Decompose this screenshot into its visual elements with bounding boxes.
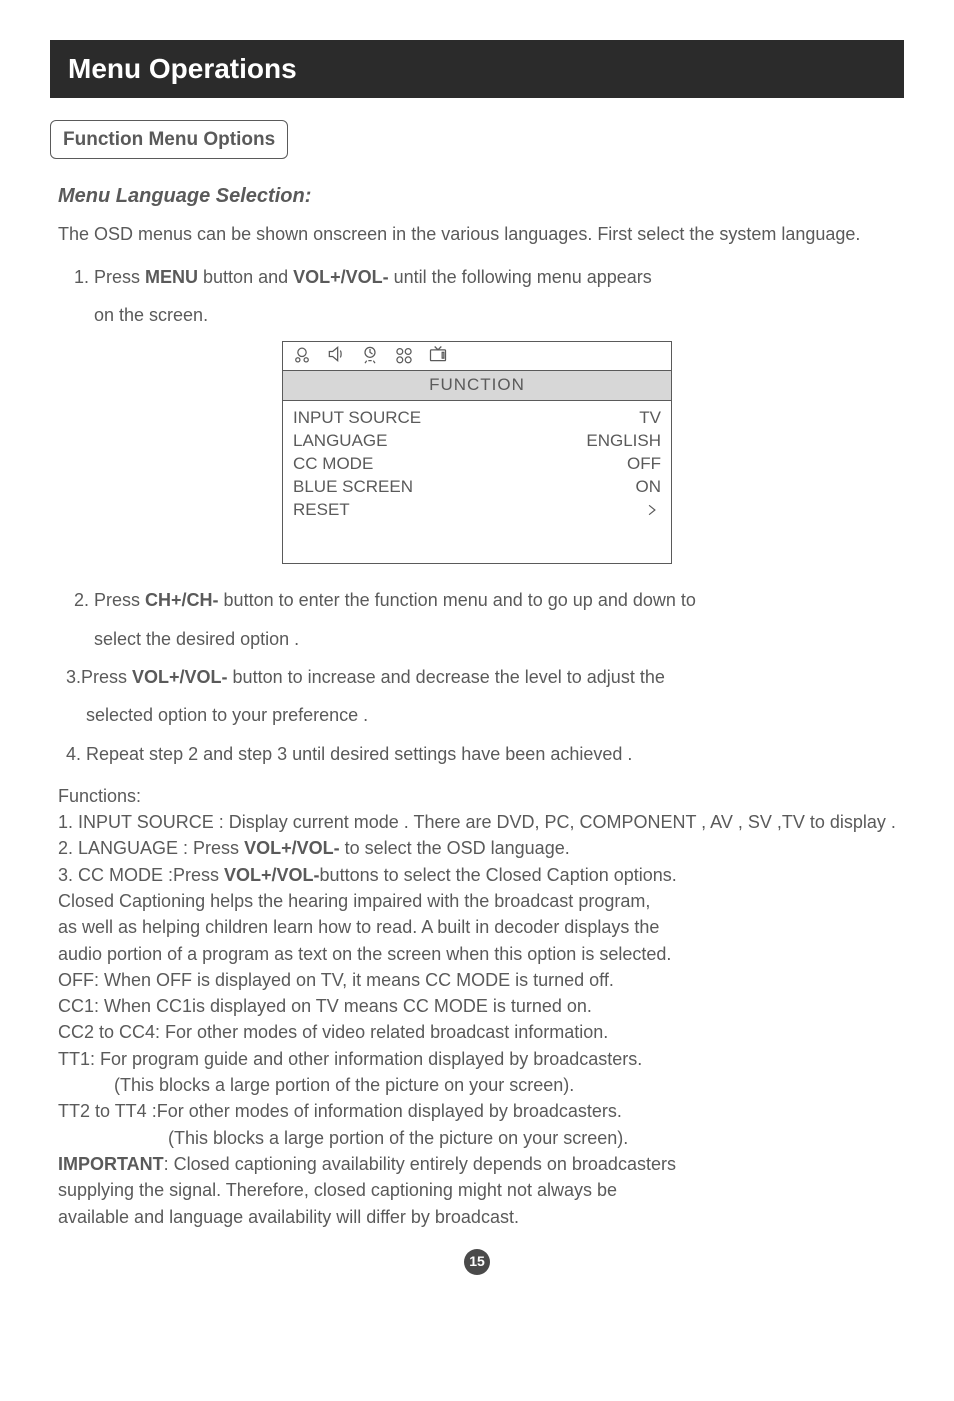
osd-row-cc-mode: CC MODE OFF: [293, 453, 661, 476]
section-title: Menu Language Selection:: [58, 183, 904, 210]
f3-off: OFF: When OFF is displayed on TV, it mea…: [58, 968, 904, 992]
f3-c: buttons to select the Closed Caption opt…: [320, 865, 677, 885]
f3-a: 3. CC MODE :Press: [58, 865, 224, 885]
function-menu-options-heading: Function Menu Options: [50, 120, 288, 160]
osd-row-blue-screen: BLUE SCREEN ON: [293, 476, 661, 499]
osd-value: TV: [639, 407, 661, 430]
f3-cc1: CC1: When CC1is displayed on TV means CC…: [58, 994, 904, 1018]
osd-value: OFF: [627, 453, 661, 476]
function-1: 1. INPUT SOURCE : Display current mode .…: [58, 810, 904, 834]
step-1-text-a: 1. Press: [74, 267, 145, 287]
f2-c: to select the OSD language.: [340, 838, 570, 858]
sound-tab-icon: [325, 344, 347, 371]
step-1-text-c: button and: [198, 267, 293, 287]
step-3-sub: selected option to your preference .: [86, 703, 904, 727]
f3-tt1: TT1: For program guide and other informa…: [58, 1047, 904, 1071]
osd-panel: FUNCTION INPUT SOURCE TV LANGUAGE ENGLIS…: [282, 341, 672, 564]
step-2-text-a: 2. Press: [74, 590, 145, 610]
step-2-text-c: button to enter the function menu and to…: [219, 590, 696, 610]
f2-a: 2. LANGUAGE : Press: [58, 838, 244, 858]
osd-label: BLUE SCREEN: [293, 476, 413, 499]
osd-value: ON: [636, 476, 662, 499]
step-2-sub: select the desired option .: [94, 627, 904, 651]
step-4: 4. Repeat step 2 and step 3 until desire…: [66, 742, 904, 766]
function-3: 3. CC MODE :Press VOL+/VOL-buttons to se…: [58, 863, 904, 887]
osd-label: CC MODE: [293, 453, 373, 476]
important-l1: supplying the signal. Therefore, closed …: [58, 1178, 904, 1202]
f3-line2: as well as helping children learn how to…: [58, 915, 904, 939]
osd-value: ENGLISH: [586, 430, 661, 453]
f3-vol: VOL+/VOL-: [224, 865, 320, 885]
tv-tab-icon: [427, 344, 449, 371]
osd-label: LANGUAGE: [293, 430, 387, 453]
function-2: 2. LANGUAGE : Press VOL+/VOL- to select …: [58, 836, 904, 860]
intro-paragraph: The OSD menus can be shown onscreen in t…: [58, 222, 904, 246]
osd-container: FUNCTION INPUT SOURCE TV LANGUAGE ENGLIS…: [50, 341, 904, 564]
step-2: 2. Press CH+/CH- button to enter the fun…: [74, 588, 904, 612]
f3-tt1b: (This blocks a large portion of the pict…: [58, 1073, 904, 1097]
functions-label: Functions:: [58, 784, 904, 808]
f3-cc2: CC2 to CC4: For other modes of video rel…: [58, 1020, 904, 1044]
osd-label: INPUT SOURCE: [293, 407, 421, 430]
step-1-vol: VOL+/VOL-: [293, 267, 389, 287]
step-3-text-c: button to increase and decrease the leve…: [228, 667, 665, 687]
f3-tt2: TT2 to TT4 :For other modes of informati…: [58, 1099, 904, 1123]
page-number: 15: [464, 1249, 490, 1275]
f3-tt2b: (This blocks a large portion of the pict…: [58, 1126, 904, 1150]
picture-tab-icon: [291, 344, 313, 371]
page-number-container: 15: [50, 1249, 904, 1275]
important-l2: available and language availability will…: [58, 1205, 904, 1229]
osd-tab-icons: [283, 342, 671, 370]
f2-vol: VOL+/VOL-: [244, 838, 340, 858]
step-1-text-e: until the following menu appears: [389, 267, 652, 287]
osd-label: RESET: [293, 499, 350, 523]
osd-row-reset: RESET: [293, 499, 661, 523]
step-2-ch: CH+/CH-: [145, 590, 219, 610]
important-bold: IMPORTANT: [58, 1154, 164, 1174]
f3-line1: Closed Captioning helps the hearing impa…: [58, 889, 904, 913]
page-banner: Menu Operations: [50, 40, 904, 98]
reset-arrow-icon: [645, 499, 661, 523]
important-line: IMPORTANT: Closed captioning availabilit…: [58, 1152, 904, 1176]
osd-title: FUNCTION: [283, 370, 671, 401]
timer-tab-icon: [359, 344, 381, 371]
osd-row-language: LANGUAGE ENGLISH: [293, 430, 661, 453]
step-3-vol: VOL+/VOL-: [132, 667, 228, 687]
step-3-text-a: 3.Press: [66, 667, 132, 687]
osd-body: INPUT SOURCE TV LANGUAGE ENGLISH CC MODE…: [283, 401, 671, 563]
function-tab-icon: [393, 344, 415, 371]
f3-line3: audio portion of a program as text on th…: [58, 942, 904, 966]
step-1-menu: MENU: [145, 267, 198, 287]
step-1-sub: on the screen.: [94, 303, 904, 327]
step-3: 3.Press VOL+/VOL- button to increase and…: [66, 665, 904, 689]
important-a: : Closed captioning availability entirel…: [164, 1154, 676, 1174]
osd-row-input-source: INPUT SOURCE TV: [293, 407, 661, 430]
functions-block: Functions: 1. INPUT SOURCE : Display cur…: [58, 784, 904, 1229]
step-1: 1. Press MENU button and VOL+/VOL- until…: [74, 265, 904, 289]
